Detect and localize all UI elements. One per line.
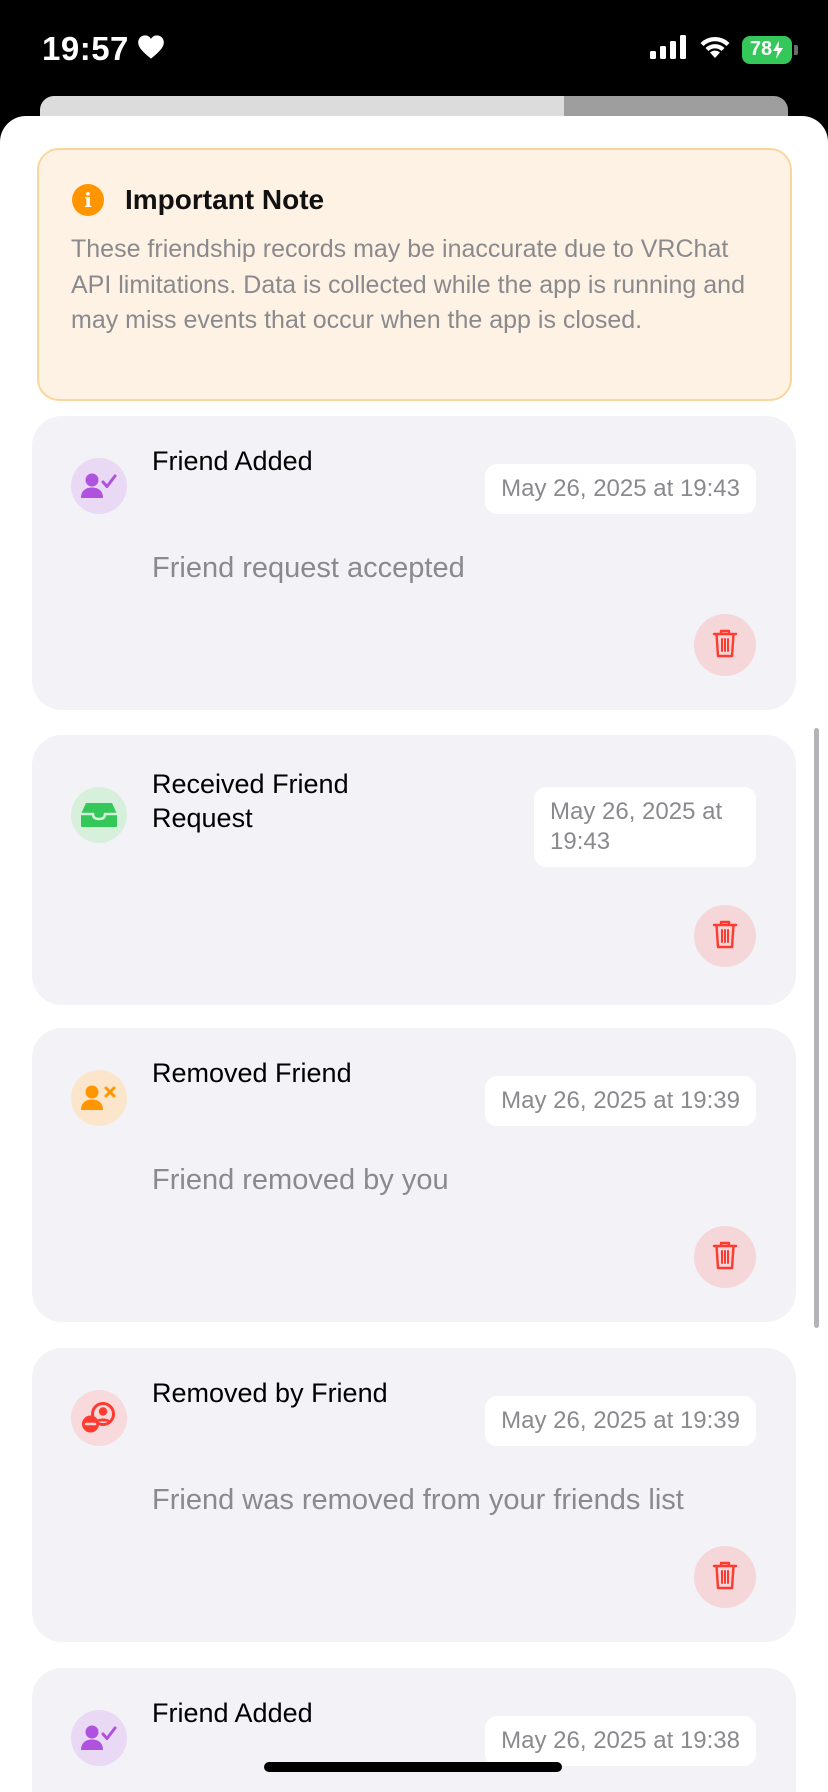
battery-level: 78: [749, 38, 773, 60]
home-indicator[interactable]: [264, 1762, 562, 1772]
trash-icon: [712, 1560, 738, 1595]
event-title: Friend Added: [152, 446, 313, 476]
event-card: Friend Added May 26, 2025 at 19:38: [32, 1668, 796, 1792]
info-icon: i: [72, 184, 104, 216]
tray-icon: [71, 787, 127, 843]
person-remove-icon: [71, 1390, 127, 1446]
note-title: Important Note: [125, 184, 325, 215]
scroll-indicator[interactable]: [814, 728, 819, 1328]
trash-icon: [712, 628, 738, 663]
delete-button[interactable]: [694, 1546, 756, 1608]
person-check-icon: [71, 1710, 127, 1766]
event-title: Friend Added: [152, 1698, 313, 1728]
battery-tip: [794, 44, 798, 55]
person-check-icon: [71, 458, 127, 514]
event-card: Removed Friend May 26, 2025 at 19:39 Fri…: [32, 1028, 796, 1322]
delete-button[interactable]: [694, 905, 756, 967]
battery-icon: 78: [742, 35, 798, 64]
note-body: These friendship records may be inaccura…: [71, 235, 745, 334]
event-title: Received Friend Request: [152, 769, 349, 833]
friend-history-sheet[interactable]: i Important Note These friendship record…: [0, 116, 828, 1792]
status-indicators: 78: [650, 34, 798, 65]
event-description: Friend was removed from your friends lis…: [152, 1484, 684, 1516]
event-card: Removed by Friend May 26, 2025 at 19:39 …: [32, 1348, 796, 1642]
event-card: Friend Added May 26, 2025 at 19:43 Frien…: [32, 416, 796, 710]
important-note-banner: i Important Note These friendship record…: [37, 148, 792, 401]
signal-icon: [650, 35, 688, 64]
trash-icon: [712, 1240, 738, 1275]
event-date: May 26, 2025 at 19:39: [485, 1396, 756, 1446]
status-time-group: 19:57: [42, 30, 165, 68]
event-date: May 26, 2025 at 19:43: [485, 464, 756, 514]
event-title: Removed by Friend: [152, 1378, 388, 1408]
status-time: 19:57: [42, 30, 129, 67]
event-date: May 26, 2025 at 19:39: [485, 1076, 756, 1126]
wifi-icon: [698, 34, 732, 65]
event-date: May 26, 2025 at 19:43: [534, 787, 756, 867]
event-card: Received Friend Request May 26, 2025 at …: [32, 735, 796, 1005]
event-description: Friend removed by you: [152, 1164, 449, 1196]
event-title: Removed Friend: [152, 1058, 352, 1088]
event-description: Friend request accepted: [152, 552, 465, 584]
trash-icon: [712, 919, 738, 954]
delete-button[interactable]: [694, 1226, 756, 1288]
delete-button[interactable]: [694, 614, 756, 676]
person-x-icon: [71, 1070, 127, 1126]
event-date: May 26, 2025 at 19:38: [485, 1716, 756, 1766]
heart-icon: [137, 30, 165, 68]
status-bar: 19:57 78: [0, 0, 828, 100]
